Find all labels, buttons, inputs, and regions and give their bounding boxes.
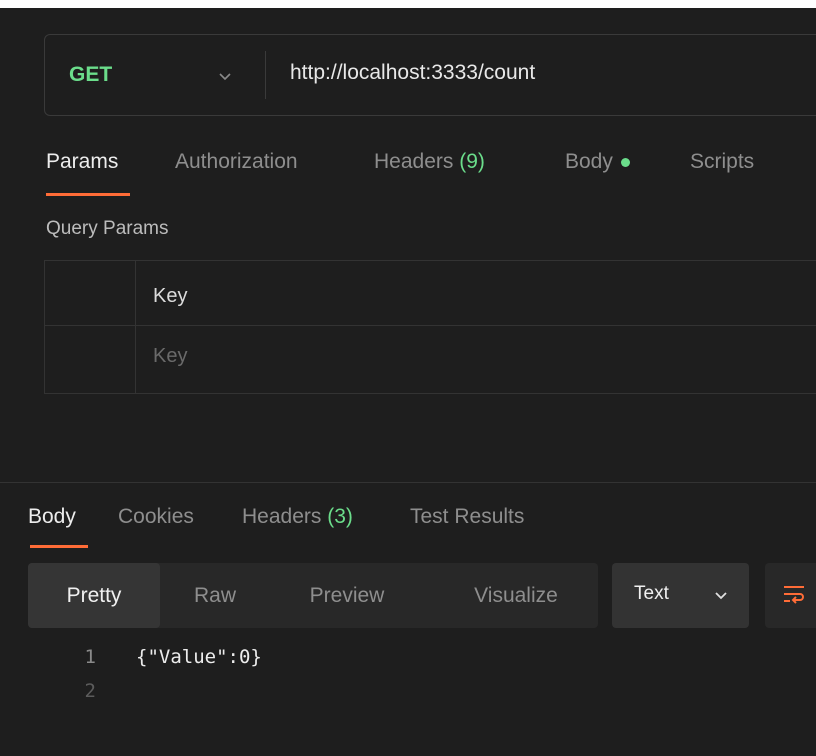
green-dot-icon xyxy=(620,157,630,167)
response-tab-headers[interactable]: Headers (3) xyxy=(242,505,353,529)
query-params-title: Query Params xyxy=(46,218,169,239)
chevron-down-icon xyxy=(715,592,727,600)
request-tabs: Params Authorization Headers (9) Body Sc… xyxy=(44,150,816,200)
tab-body-label: Body xyxy=(565,150,613,173)
code-text[interactable]: {"Value":0} xyxy=(136,646,262,668)
format-pretty-button[interactable]: Pretty xyxy=(28,563,160,628)
tab-body[interactable]: Body xyxy=(565,150,630,174)
response-type-label: Text xyxy=(634,583,669,604)
pane-divider[interactable] xyxy=(0,482,816,483)
app-root: GET Params Authorization Headers (9) Bod… xyxy=(0,0,816,756)
response-tab-headers-label: Headers xyxy=(242,505,322,528)
tab-headers-label: Headers xyxy=(374,150,454,173)
tab-authorization[interactable]: Authorization xyxy=(175,150,298,174)
line-number: 2 xyxy=(84,680,96,702)
code-line: 1 {"Value":0} xyxy=(0,646,816,676)
chevron-down-icon[interactable] xyxy=(215,67,235,87)
format-raw-button[interactable]: Raw xyxy=(166,563,264,628)
tab-params[interactable]: Params xyxy=(46,150,118,174)
query-params-table: Key xyxy=(44,260,816,394)
wrap-lines-icon xyxy=(784,586,804,604)
url-divider xyxy=(265,51,266,99)
format-preview-button[interactable]: Preview xyxy=(286,563,408,628)
table-row-divider xyxy=(45,325,816,326)
active-tab-indicator xyxy=(46,193,130,196)
tab-scripts[interactable]: Scripts xyxy=(690,150,754,174)
key-column-header: Key xyxy=(153,285,188,307)
response-tab-body[interactable]: Body xyxy=(28,505,76,529)
method-select-label[interactable]: GET xyxy=(69,63,112,87)
response-tab-cookies[interactable]: Cookies xyxy=(118,505,194,529)
key-input[interactable] xyxy=(153,345,753,368)
wrap-lines-button[interactable] xyxy=(765,563,816,628)
tab-headers-count: (9) xyxy=(459,150,485,173)
table-column-divider xyxy=(135,261,136,393)
window-edge xyxy=(0,0,816,8)
tab-headers[interactable]: Headers (9) xyxy=(374,150,485,174)
response-type-select[interactable]: Text xyxy=(612,563,749,628)
url-input[interactable] xyxy=(290,61,816,85)
code-line: 2 xyxy=(0,680,816,710)
request-url-bar: GET xyxy=(44,34,816,116)
response-tab-test-results[interactable]: Test Results xyxy=(410,505,524,529)
response-tab-headers-count: (3) xyxy=(327,505,353,528)
line-number: 1 xyxy=(84,646,96,668)
format-visualize-button[interactable]: Visualize xyxy=(448,563,584,628)
response-active-tab-indicator xyxy=(30,545,88,548)
format-toggle-group: Pretty Raw Preview Visualize xyxy=(28,563,598,628)
